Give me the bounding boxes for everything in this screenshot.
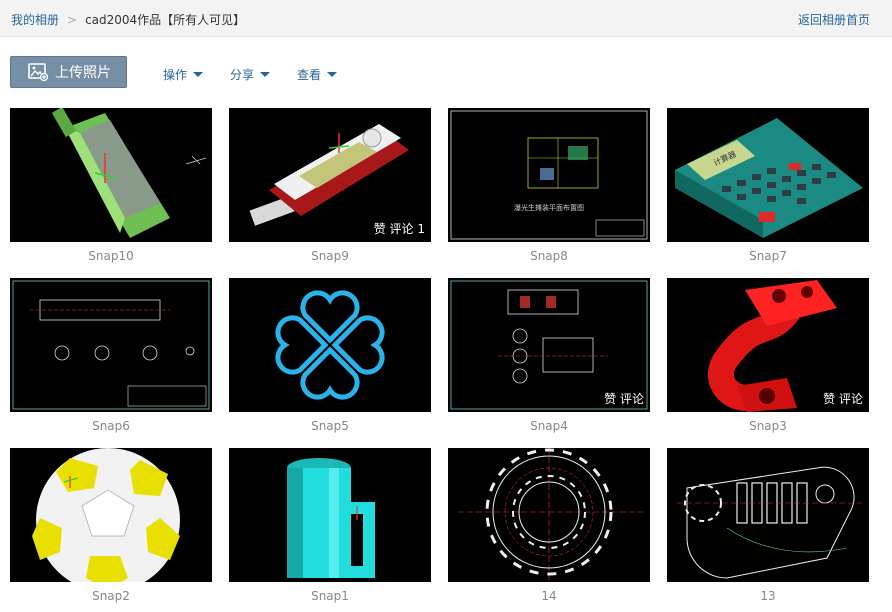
photo-caption[interactable]: Snap10 bbox=[10, 249, 212, 263]
photo-caption[interactable]: Snap1 bbox=[229, 589, 431, 603]
operate-menu-label: 操作 bbox=[163, 68, 188, 82]
photo-caption[interactable]: Snap6 bbox=[10, 419, 212, 433]
photo-tile[interactable]: Snap5 bbox=[229, 278, 431, 433]
image-upload-icon bbox=[28, 63, 48, 81]
drawing-title: 瀑光生摊装平面布置图 bbox=[514, 203, 584, 212]
photo-thumbnail[interactable]: 计算器 bbox=[667, 108, 869, 242]
chevron-down-icon bbox=[327, 72, 338, 77]
back-to-albums-link[interactable]: 返回相册首页 bbox=[798, 11, 870, 28]
photo-tile[interactable]: Snap10 bbox=[10, 108, 212, 263]
photo-tile[interactable]: Snap1 bbox=[229, 448, 431, 603]
chevron-down-icon bbox=[260, 72, 271, 77]
photo-tile[interactable]: 赞 评论 Snap4 bbox=[448, 278, 650, 433]
soccer-ball-model-image bbox=[32, 448, 180, 582]
photo-tile[interactable]: 赞 评论 Snap3 bbox=[667, 278, 869, 433]
photo-thumbnail[interactable] bbox=[10, 448, 212, 582]
chinese-knot-image bbox=[275, 290, 385, 400]
photo-thumbnail[interactable] bbox=[229, 448, 431, 582]
photo-thumbnail[interactable]: 赞 评论 1 bbox=[229, 108, 431, 242]
photo-caption[interactable]: Snap7 bbox=[667, 249, 869, 263]
photo-tile[interactable]: 13 bbox=[667, 448, 869, 603]
photo-caption[interactable]: Snap2 bbox=[10, 589, 212, 603]
photo-tile[interactable]: Snap6 bbox=[10, 278, 212, 433]
photo-thumbnail[interactable] bbox=[667, 448, 869, 582]
photo-thumbnail[interactable] bbox=[10, 278, 212, 412]
photo-caption[interactable]: Snap3 bbox=[667, 419, 869, 433]
like-comment-badge[interactable]: 赞 评论 1 bbox=[374, 220, 425, 237]
top-bar: 我的相册 > cad2004作品【所有人可见】 返回相册首页 bbox=[0, 0, 892, 37]
upload-photo-label: 上传照片 bbox=[55, 65, 111, 81]
photo-thumbnail[interactable] bbox=[229, 278, 431, 412]
breadcrumb: 我的相册 > cad2004作品【所有人可见】 bbox=[11, 11, 245, 28]
like-comment-badge[interactable]: 赞 评论 bbox=[823, 390, 863, 407]
mechanical-part-drawing-image bbox=[677, 466, 862, 579]
photo-thumbnail[interactable] bbox=[10, 108, 212, 242]
photo-caption[interactable]: Snap8 bbox=[448, 249, 650, 263]
chevron-down-icon bbox=[193, 72, 204, 77]
breadcrumb-my-albums[interactable]: 我的相册 bbox=[11, 13, 59, 27]
photo-tile[interactable]: 14 bbox=[448, 448, 650, 603]
photo-tile[interactable]: 计算器 Snap7 bbox=[667, 108, 869, 263]
breadcrumb-current-album: cad2004作品【所有人可见】 bbox=[85, 13, 246, 27]
photo-thumbnail[interactable] bbox=[448, 448, 650, 582]
photo-thumbnail[interactable]: 瀑光生摊装平面布置图 bbox=[448, 108, 650, 242]
share-menu[interactable]: 分享 bbox=[230, 66, 271, 83]
share-menu-label: 分享 bbox=[230, 68, 255, 82]
view-menu-label: 查看 bbox=[297, 68, 322, 82]
operate-menu[interactable]: 操作 bbox=[163, 66, 204, 83]
calculator-model-image: 计算器 bbox=[675, 118, 863, 238]
mug-model-image bbox=[287, 458, 375, 578]
photo-caption[interactable]: 14 bbox=[448, 589, 650, 603]
phone-model-image bbox=[51, 108, 207, 238]
photo-tile[interactable]: Snap2 bbox=[10, 448, 212, 603]
upload-photo-button[interactable]: 上传照片 bbox=[10, 56, 127, 88]
photo-caption[interactable]: 13 bbox=[667, 589, 869, 603]
photo-thumbnail[interactable]: 赞 评论 bbox=[448, 278, 650, 412]
photo-caption[interactable]: Snap4 bbox=[448, 419, 650, 433]
like-comment-badge[interactable]: 赞 评论 bbox=[604, 390, 644, 407]
photo-caption[interactable]: Snap5 bbox=[229, 419, 431, 433]
photo-thumbnail[interactable]: 赞 评论 bbox=[667, 278, 869, 412]
floor-plan-drawing-image: 瀑光生摊装平面布置图 bbox=[450, 110, 648, 240]
breadcrumb-separator-icon: > bbox=[67, 13, 78, 27]
shaft-drawing-image bbox=[12, 280, 210, 410]
photo-caption[interactable]: Snap9 bbox=[229, 249, 431, 263]
photo-tile[interactable]: 瀑光生摊装平面布置图 Snap8 bbox=[448, 108, 650, 263]
view-menu[interactable]: 查看 bbox=[297, 66, 338, 83]
gear-drawing-image bbox=[458, 448, 643, 582]
photo-tile[interactable]: 赞 评论 1 Snap9 bbox=[229, 108, 431, 263]
